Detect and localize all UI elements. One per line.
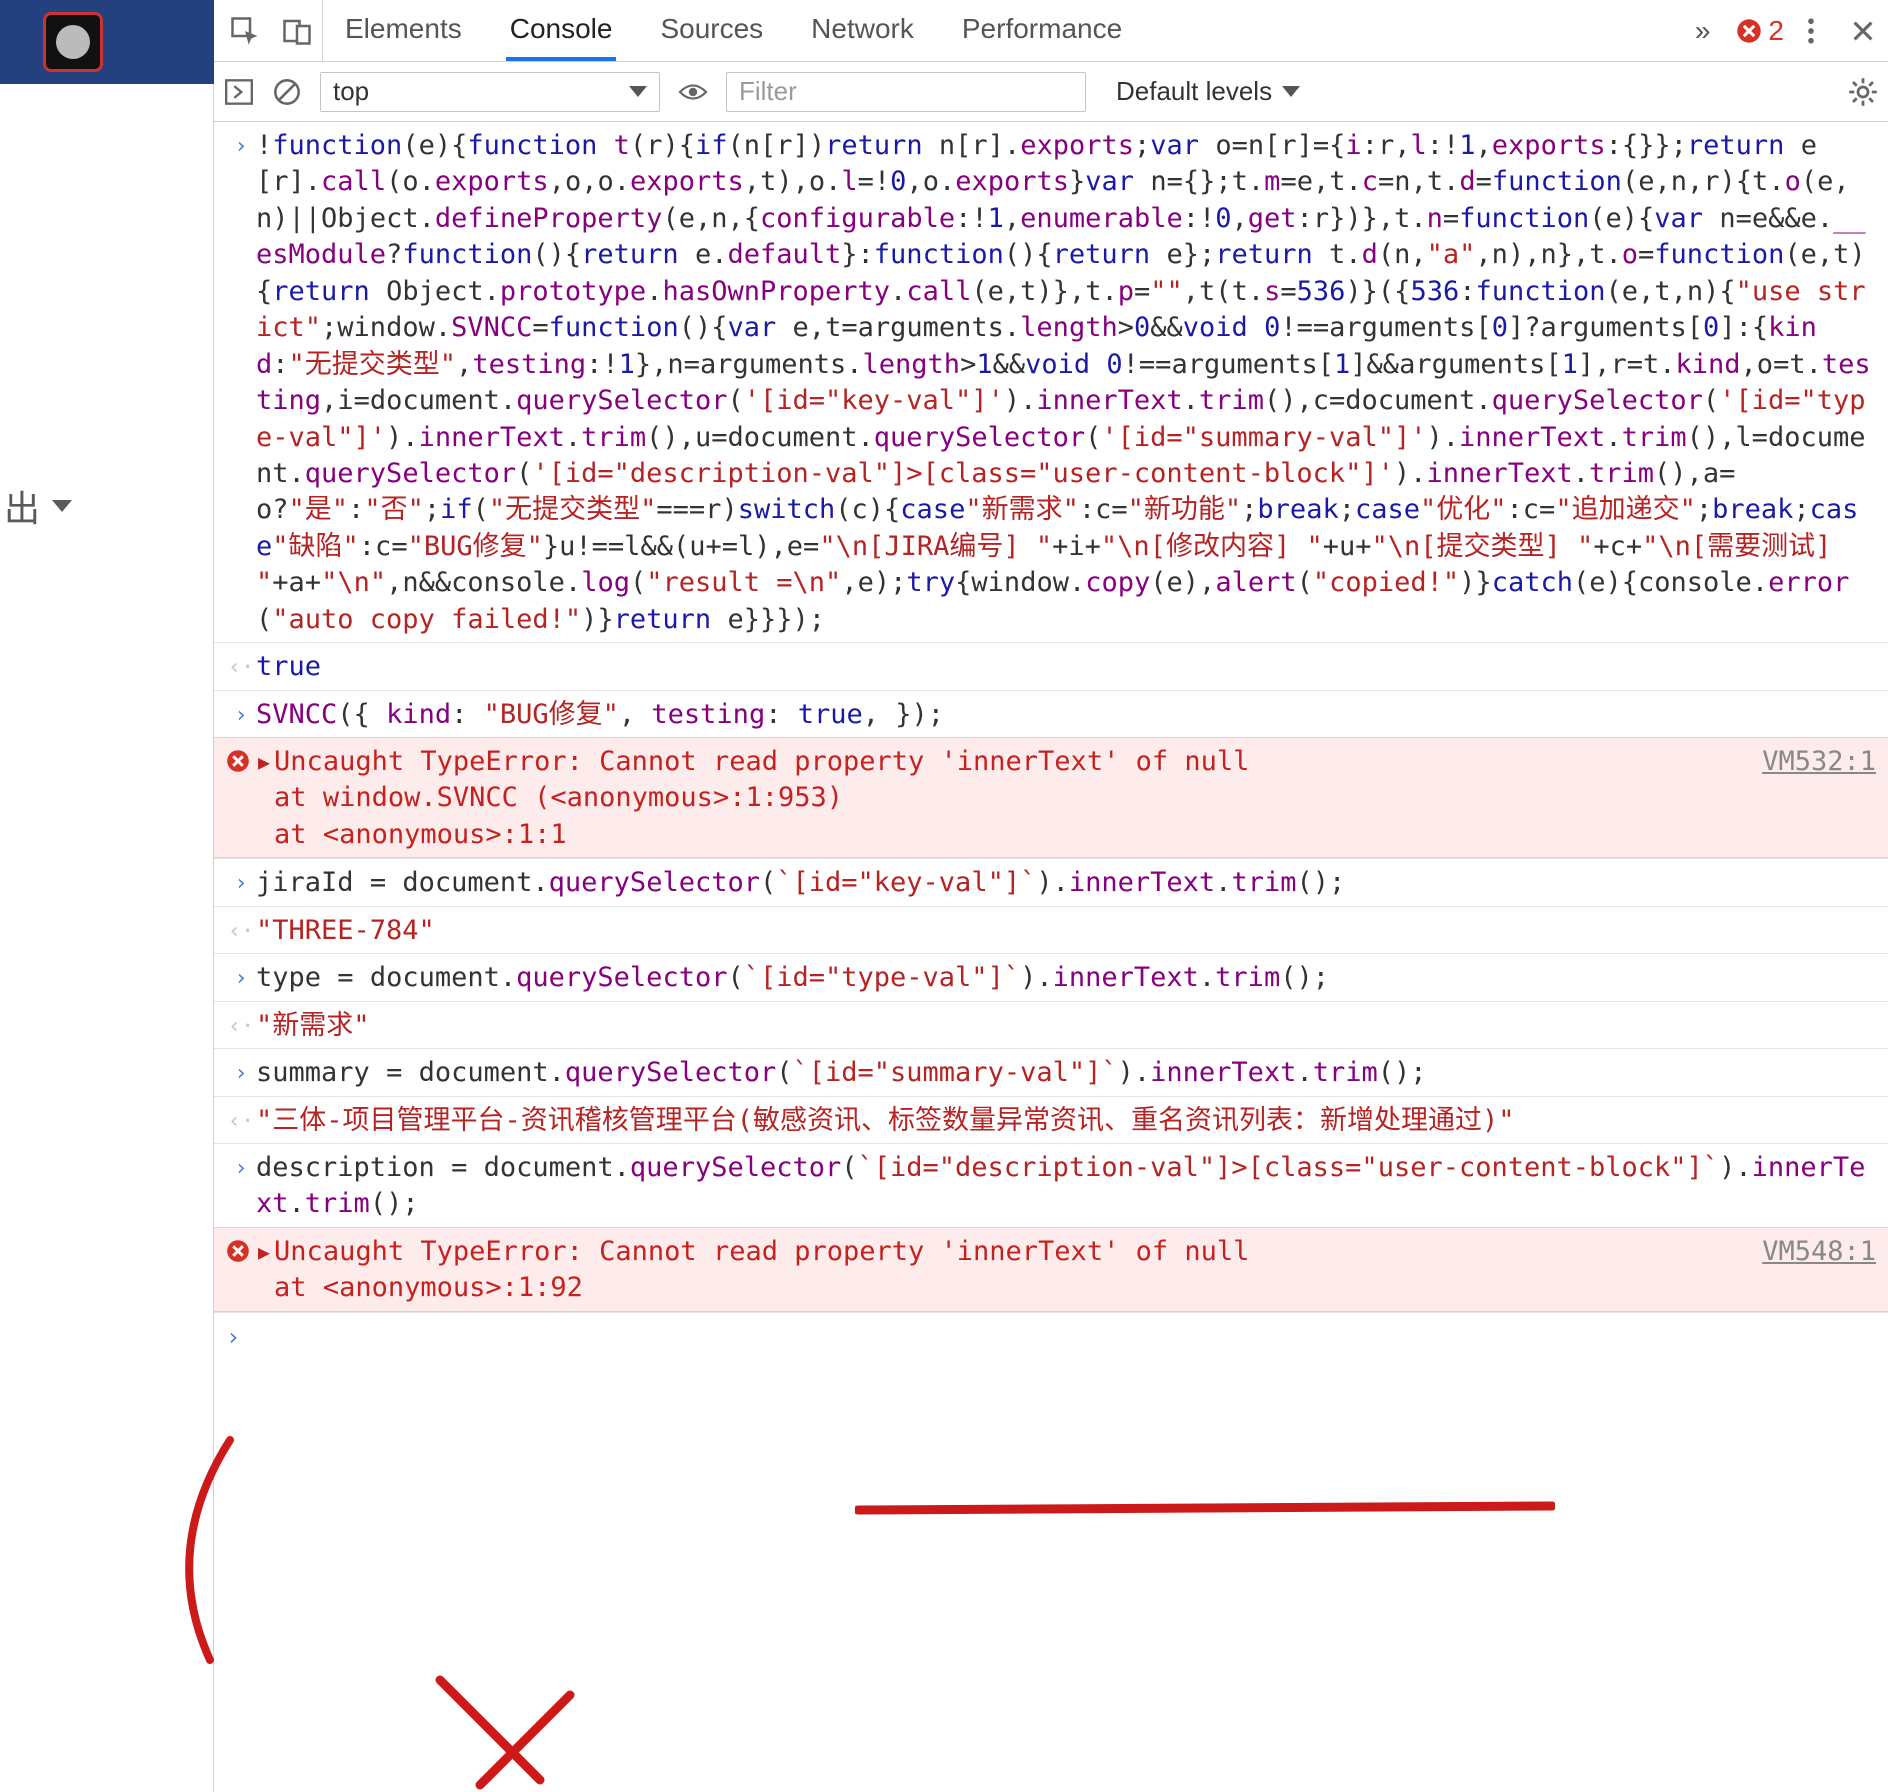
- console-input-row: › SVNCC({ kind: "BUG修复", testing: true, …: [214, 690, 1888, 737]
- console-result-row: ‹· "三体-项目管理平台-资讯稽核管理平台(敏感资讯、标签数量异常资讯、重名资…: [214, 1096, 1888, 1143]
- devtools-pane: Elements Console Sources Network Perform…: [214, 0, 1888, 1792]
- input-caret-icon: ›: [226, 960, 256, 994]
- input-caret-icon: ›: [226, 128, 256, 162]
- sidebar-export-label: 出: [4, 480, 40, 532]
- device-toggle-icon[interactable]: [282, 16, 312, 46]
- console-source-link[interactable]: VM532:1: [1746, 744, 1876, 780]
- gear-icon[interactable]: [1848, 77, 1878, 107]
- console-error-message[interactable]: Uncaught TypeError: Cannot read property…: [274, 744, 1746, 853]
- error-count-value: 2: [1768, 15, 1784, 47]
- console-error-row: ▶ Uncaught TypeError: Cannot read proper…: [214, 737, 1888, 858]
- error-icon: [226, 749, 250, 773]
- filter-input[interactable]: Filter: [726, 72, 1086, 112]
- disclosure-triangle-icon[interactable]: ▶: [256, 744, 274, 776]
- console-error-message[interactable]: Uncaught TypeError: Cannot read property…: [274, 1234, 1746, 1307]
- context-select[interactable]: top: [320, 72, 660, 112]
- live-expression-icon[interactable]: [678, 77, 708, 107]
- console-source-link[interactable]: VM548:1: [1746, 1234, 1876, 1270]
- console-result-value[interactable]: "THREE-784": [256, 913, 1876, 949]
- console-input-row: › !function(e){function t(r){if(n[r])ret…: [214, 122, 1888, 642]
- tab-network[interactable]: Network: [807, 0, 918, 61]
- tab-sources[interactable]: Sources: [656, 0, 767, 61]
- console-input-code[interactable]: description = document.querySelector(`[i…: [256, 1150, 1876, 1223]
- close-icon[interactable]: [1848, 16, 1878, 46]
- input-caret-icon: ›: [226, 697, 256, 731]
- disclosure-triangle-icon[interactable]: ▶: [256, 1234, 274, 1266]
- console-input-code[interactable]: !function(e){function t(r){if(n[r])retur…: [256, 128, 1876, 638]
- tab-console[interactable]: Console: [506, 0, 617, 61]
- result-caret-icon: ‹·: [226, 649, 256, 683]
- clear-console-icon[interactable]: [272, 77, 302, 107]
- app-logo[interactable]: [22, 0, 124, 84]
- console-input-code[interactable]: jiraId = document.querySelector(`[id="ke…: [256, 865, 1876, 901]
- console-sidebar-toggle-icon[interactable]: [224, 77, 254, 107]
- input-caret-icon: ›: [226, 1150, 256, 1184]
- console-result-row: ‹· "THREE-784": [214, 906, 1888, 953]
- console-result-row: ‹· "新需求": [214, 1001, 1888, 1048]
- chevron-down-icon: [52, 500, 72, 512]
- console-error-row: ▶ Uncaught TypeError: Cannot read proper…: [214, 1227, 1888, 1312]
- console-toolbar: top Filter Default levels: [214, 62, 1888, 122]
- console-result-value[interactable]: "新需求": [256, 1008, 1876, 1044]
- log-level-select[interactable]: Default levels: [1104, 72, 1312, 112]
- console-body: › !function(e){function t(r){if(n[r])ret…: [214, 122, 1888, 1792]
- input-caret-icon: ›: [226, 1055, 256, 1089]
- console-result-value[interactable]: "三体-项目管理平台-资讯稽核管理平台(敏感资讯、标签数量异常资讯、重名资讯列表…: [256, 1103, 1876, 1139]
- input-caret-icon: ›: [226, 1321, 256, 1353]
- console-input-row: › description = document.querySelector(`…: [214, 1143, 1888, 1227]
- console-input-row: › type = document.querySelector(`[id="ty…: [214, 953, 1888, 1000]
- tab-elements[interactable]: Elements: [341, 0, 466, 61]
- error-icon: [226, 1239, 250, 1263]
- kebab-menu-icon[interactable]: [1796, 16, 1826, 46]
- context-select-value: top: [333, 76, 369, 107]
- log-level-value: Default levels: [1116, 76, 1272, 107]
- devtools-tabbar: Elements Console Sources Network Perform…: [214, 0, 1888, 62]
- result-caret-icon: ‹·: [226, 1008, 256, 1042]
- chevron-down-icon: [1282, 86, 1300, 97]
- tab-performance[interactable]: Performance: [958, 0, 1126, 61]
- chevron-down-icon: [629, 86, 647, 97]
- sidebar-export[interactable]: 出: [0, 480, 72, 532]
- console-input-row: › summary = document.querySelector(`[id=…: [214, 1048, 1888, 1095]
- tabs-overflow[interactable]: »: [1677, 15, 1729, 47]
- console-prompt[interactable]: ›: [214, 1312, 1888, 1361]
- inspect-icon[interactable]: [230, 16, 260, 46]
- page-sidebar: 出: [0, 0, 214, 1792]
- error-count-badge[interactable]: 2: [1728, 15, 1792, 47]
- console-input-code[interactable]: SVNCC({ kind: "BUG修复", testing: true, })…: [256, 697, 1876, 733]
- input-caret-icon: ›: [226, 865, 256, 899]
- console-result-value[interactable]: true: [256, 649, 1876, 685]
- console-input-code[interactable]: type = document.querySelector(`[id="type…: [256, 960, 1876, 996]
- console-result-row: ‹· true: [214, 642, 1888, 689]
- result-caret-icon: ‹·: [226, 913, 256, 947]
- filter-placeholder: Filter: [739, 76, 797, 107]
- console-input-row: › jiraId = document.querySelector(`[id="…: [214, 858, 1888, 905]
- error-icon: [1736, 18, 1762, 44]
- console-input-code[interactable]: summary = document.querySelector(`[id="s…: [256, 1055, 1876, 1091]
- result-caret-icon: ‹·: [226, 1103, 256, 1137]
